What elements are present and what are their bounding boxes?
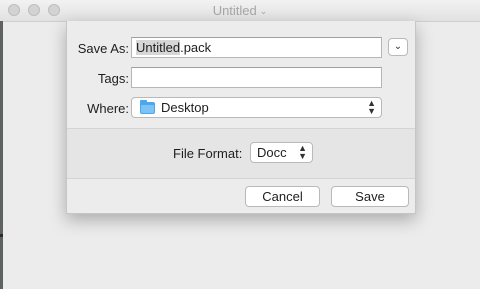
where-popup[interactable]: Desktop ▲ ▼ xyxy=(131,97,382,118)
save-button[interactable]: Save xyxy=(331,186,409,207)
save-dialog-sheet: Save As: Untitled.pack ⌄ Tags: Where: De… xyxy=(66,21,416,214)
file-format-label: File Format: xyxy=(173,146,243,161)
folder-icon xyxy=(140,100,155,114)
up-down-arrows-icon: ▲ ▼ xyxy=(367,98,376,116)
up-down-arrows-icon: ▲ ▼ xyxy=(298,143,307,161)
file-format-section: File Format: Docc ▲ ▼ xyxy=(67,129,415,178)
window-titlebar: Untitled ⌄ xyxy=(0,0,480,22)
filename-field[interactable]: Untitled.pack xyxy=(131,37,382,58)
window-title[interactable]: Untitled ⌄ xyxy=(0,3,480,18)
chevron-down-icon: ⌄ xyxy=(259,6,268,16)
tags-label: Tags: xyxy=(97,71,129,86)
save-as-label: Save As: xyxy=(77,41,129,56)
divider xyxy=(67,178,415,179)
cancel-button[interactable]: Cancel xyxy=(245,186,320,207)
file-format-popup[interactable]: Docc ▲ ▼ xyxy=(250,142,313,163)
where-value: Desktop xyxy=(161,100,209,115)
tags-field[interactable] xyxy=(131,67,382,88)
where-label: Where: xyxy=(87,101,129,116)
chevron-down-icon: ⌄ xyxy=(393,41,403,52)
file-format-value: Docc xyxy=(257,145,287,160)
filename-extension-text: .pack xyxy=(180,40,212,55)
expand-dialog-button[interactable]: ⌄ xyxy=(388,38,408,56)
background-window-edge xyxy=(0,21,3,289)
window-title-text: Untitled xyxy=(212,3,257,18)
background-window-marker xyxy=(0,234,3,237)
filename-selected-text: Untitled xyxy=(136,40,181,55)
